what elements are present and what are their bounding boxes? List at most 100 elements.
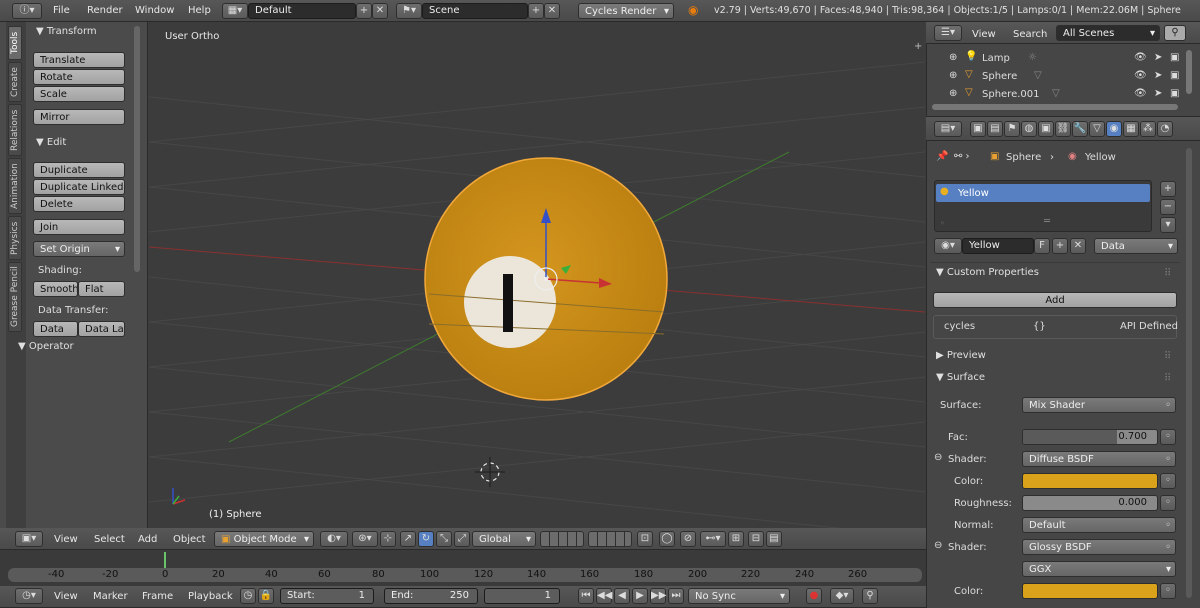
modifiers-tab-icon[interactable]: 🔧	[1072, 121, 1088, 137]
smooth-button[interactable]: Smooth	[33, 281, 78, 297]
sync-dropdown[interactable]: No Sync ▾	[688, 588, 790, 604]
visibility-eye-icon[interactable]: 👁	[1134, 70, 1147, 81]
slot-specials-icon[interactable]: ▾	[1160, 217, 1176, 233]
snap-icon[interactable]: ⤢	[454, 531, 470, 547]
duplicate-button[interactable]: Duplicate	[33, 162, 125, 178]
translate-manipulator-icon[interactable]: ↗	[400, 531, 416, 547]
roughness-socket-icon[interactable]: ◦	[1160, 495, 1176, 511]
object-tab-icon[interactable]: ▣	[1038, 121, 1054, 137]
translate-button[interactable]: Translate	[33, 52, 125, 68]
link-dropdown[interactable]: Data ▾	[1094, 238, 1178, 254]
expand-icon[interactable]: ⊕	[949, 52, 957, 63]
property-name[interactable]: cycles	[944, 321, 975, 332]
timeline-menu-marker[interactable]: Marker	[93, 590, 128, 604]
tab-create[interactable]: Create	[8, 62, 22, 102]
browse-material-icon[interactable]: ◉▾	[934, 238, 962, 254]
color2-swatch[interactable]	[1022, 583, 1158, 599]
scene-icon[interactable]: ⚑▾	[396, 3, 422, 19]
shader-collapse-icon[interactable]: ⊖	[934, 540, 942, 551]
timeline-menu-frame[interactable]: Frame	[142, 590, 173, 604]
viewport-menu-object[interactable]: Object	[173, 533, 206, 547]
layout-add-icon[interactable]: +	[356, 3, 372, 19]
outliner-filter-dropdown[interactable]: All Scenes ▾	[1056, 25, 1160, 41]
renderable-camera-icon[interactable]: ▣	[1170, 70, 1179, 81]
properties-editor-icon[interactable]: ▤▾	[934, 121, 962, 137]
texture-tab-icon[interactable]: ▦	[1123, 121, 1139, 137]
outliner-item-label[interactable]: Sphere.001	[982, 89, 1040, 100]
prev-keyframe-icon[interactable]: ◀◀	[596, 588, 612, 604]
distribution-dropdown[interactable]: GGX ▾	[1022, 561, 1176, 577]
play-icon[interactable]: ▶	[632, 588, 648, 604]
material-name-field[interactable]: Yellow	[962, 238, 1034, 254]
list-resize-handle[interactable]: ═	[1044, 216, 1050, 227]
orientation-dropdown[interactable]: Global ▾	[472, 531, 536, 547]
fac-socket-icon[interactable]: ◦	[1160, 429, 1176, 445]
color1-socket-icon[interactable]: ◦	[1160, 473, 1176, 489]
timeline-ruler[interactable]	[8, 568, 922, 582]
scene-add-icon[interactable]: +	[528, 3, 544, 19]
outliner-item-label[interactable]: Lamp	[982, 53, 1010, 64]
roughness-slider[interactable]: 0.000	[1022, 495, 1158, 511]
outliner-search-icon[interactable]: ⚲	[1164, 25, 1186, 41]
scale-button[interactable]: Scale	[33, 86, 125, 102]
proportional-edit-icon[interactable]: ◯	[659, 531, 675, 547]
tab-tools[interactable]: Tools	[8, 26, 22, 60]
breadcrumb-object[interactable]: Sphere	[1006, 152, 1041, 163]
tab-relations[interactable]: Relations	[8, 104, 22, 156]
operator-panel-header[interactable]: ▼ Operator	[18, 341, 74, 352]
preview-panel-header[interactable]: ▶ Preview	[936, 350, 986, 361]
render-engine-dropdown[interactable]: Cycles Render ▾	[578, 3, 674, 19]
constraints-tab-icon[interactable]: ⛓	[1055, 121, 1071, 137]
set-origin-dropdown[interactable]: Set Origin ▾	[33, 241, 125, 257]
layer-buttons-1[interactable]	[540, 531, 584, 547]
fac-slider[interactable]: 0.700	[1022, 429, 1158, 445]
scene-close-icon[interactable]: ✕	[544, 3, 560, 19]
scene-tab-icon[interactable]: ⚑	[1004, 121, 1020, 137]
opengl-anim-icon[interactable]: ⊟	[748, 531, 764, 547]
renderable-camera-icon[interactable]: ▣	[1170, 52, 1179, 63]
transform-panel-header[interactable]: ▼ Transform	[36, 26, 97, 37]
add-property-button[interactable]: Add	[933, 292, 1177, 308]
timeline-menu-view[interactable]: View	[54, 590, 78, 604]
scale-manipulator-icon[interactable]: ⤡	[436, 531, 452, 547]
render-tab-icon[interactable]: ▣	[970, 121, 986, 137]
selectable-arrow-icon[interactable]: ➤	[1154, 88, 1162, 99]
timeline-menu-playback[interactable]: Playback	[188, 590, 233, 604]
lock-icon[interactable]: 🔒	[258, 588, 274, 604]
delete-button[interactable]: Delete	[33, 196, 125, 212]
screen-layout-icon[interactable]: ▦▾	[222, 3, 248, 19]
outliner-item-label[interactable]: Sphere	[982, 71, 1017, 82]
surface-panel-header[interactable]: ▼ Surface	[936, 372, 985, 383]
data-button[interactable]: Data	[33, 321, 78, 337]
custom-properties-header[interactable]: ▼ Custom Properties	[936, 267, 1039, 278]
menu-help[interactable]: Help	[188, 4, 211, 18]
expand-icon[interactable]: ⊕	[949, 70, 957, 81]
color2-socket-icon[interactable]: ◦	[1160, 583, 1176, 599]
particles-tab-icon[interactable]: ⁂	[1140, 121, 1156, 137]
menu-window[interactable]: Window	[135, 4, 174, 18]
remove-slot-icon[interactable]: −	[1160, 199, 1176, 215]
outliner-horizontal-scrollbar[interactable]	[932, 104, 1178, 110]
next-keyframe-icon[interactable]: ▶▶	[650, 588, 666, 604]
menu-render[interactable]: Render	[87, 4, 123, 18]
edit-panel-header[interactable]: ▼ Edit	[36, 137, 66, 148]
screen-layout-field[interactable]: Default	[248, 3, 356, 19]
mirror-button[interactable]: Mirror	[33, 109, 125, 125]
visibility-eye-icon[interactable]: 👁	[1134, 52, 1147, 63]
panel-drag-icon[interactable]: ⠿	[1164, 373, 1171, 384]
clock-icon[interactable]: ◷	[240, 588, 256, 604]
rotate-button[interactable]: Rotate	[33, 69, 125, 85]
panel-drag-icon[interactable]: ⠿	[1164, 268, 1171, 279]
region-toggle-icon[interactable]: +	[914, 41, 922, 52]
color1-swatch[interactable]	[1022, 473, 1158, 489]
outliner-editor-icon[interactable]: ☰▾	[934, 25, 962, 41]
tab-grease-pencil[interactable]: Grease Pencil	[8, 262, 22, 332]
tab-animation[interactable]: Animation	[8, 158, 22, 214]
fake-user-button[interactable]: F	[1034, 238, 1050, 254]
snap-element-icon[interactable]: ⊘	[680, 531, 696, 547]
snap-target-icon[interactable]: ⊷▾	[700, 531, 726, 547]
property-value[interactable]: {}	[1033, 321, 1046, 332]
info-editor-icon[interactable]: ⓘ▾	[12, 3, 42, 19]
flat-button[interactable]: Flat	[78, 281, 125, 297]
menu-file[interactable]: File	[53, 4, 70, 18]
